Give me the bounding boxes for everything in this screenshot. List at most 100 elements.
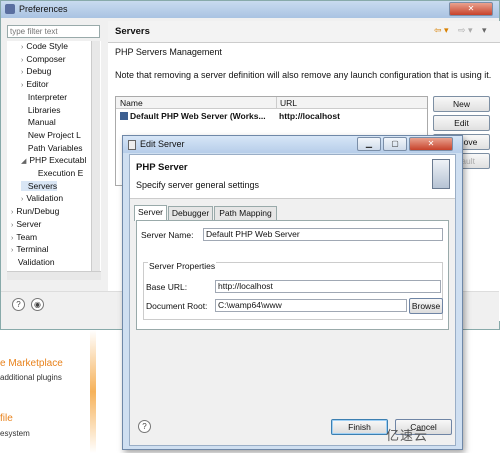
tree-item[interactable]: Interpreter [21,92,67,102]
preferences-tree: › Code Style › Composer › Debug › Editor Interp… [7,41,101,271]
tree-item-label: Editor [26,79,49,90]
base-url-label: Base URL: [146,282,188,292]
tree-item-label: Libraries [27,104,61,115]
tree-vertical-scrollbar[interactable] [91,41,100,271]
row-server-url: http://localhost [279,111,340,121]
tree-item-label: Validation [17,256,55,267]
tree-item-label: Servers [27,180,58,191]
dialog-subheading: Specify server general settings [136,180,260,190]
profile-link[interactable]: file [0,413,13,424]
minimize-icon[interactable]: ▁ [357,137,381,151]
expand-arrow-icon[interactable]: › [11,209,13,216]
import-export-icon[interactable]: ◉ [31,298,44,311]
tree-item-label: Manual [27,117,56,128]
dialog-body: PHP Server Specify server general settin… [129,154,456,446]
tree-item-label: Team [16,231,38,242]
column-header-url[interactable]: URL [276,97,297,109]
server-tab-panel: Server Name: Default PHP Web Server Serv… [136,220,449,330]
tree-item[interactable]: › Editor [21,79,49,89]
tree-item-label: Server [16,218,42,229]
tree-item[interactable]: Manual [21,117,56,127]
dialog-heading: PHP Server [136,162,188,173]
tree-item-label: Code Style [26,41,68,51]
edit-button[interactable]: Edit [433,115,490,131]
tree-item[interactable]: › Validation [21,193,63,203]
document-root-label: Document Root: [146,301,208,311]
browse-button[interactable]: Browse [409,298,443,314]
marketplace-subtitle: additional plugins [0,373,62,382]
profile-subtitle: esystem [0,429,30,438]
preferences-titlebar[interactable] [1,1,499,18]
tree-item-label: New Project L [27,129,81,140]
page-title: Servers [115,26,150,37]
back-arrow-icon[interactable]: ⇦ ▾ [434,25,449,36]
tree-item[interactable]: Libraries [21,105,61,115]
document-root-input[interactable]: C:\wamp64\www [215,299,407,312]
base-url-input[interactable]: http://localhost [215,280,441,293]
tab-path-mapping[interactable]: Path Mapping [214,206,277,220]
marketplace-link[interactable]: e Marketplace [0,358,63,369]
finish-button[interactable]: Finish [331,419,388,435]
maximize-icon[interactable]: ▢ [383,137,407,151]
tree-item-label: Composer [26,53,66,64]
dialog-close-icon[interactable]: ✕ [409,137,453,151]
dialog-help-icon[interactable]: ? [138,420,151,433]
tab-server[interactable]: Server [134,205,167,221]
edit-server-dialog: Edit Server ▁ ▢ ✕ PHP Server Specify ser… [122,135,463,450]
tree-item-label: Terminal [16,244,49,255]
expand-arrow-icon[interactable]: ◢ [21,158,26,165]
page-header: Servers ⇦ ▾ ⇨ ▾ ▾ [108,21,500,43]
expand-arrow-icon[interactable]: › [11,235,13,242]
tree-item[interactable]: › Server [11,219,41,229]
tree-item[interactable]: › Composer [21,54,66,64]
tree-item[interactable]: Servers [21,180,58,191]
tree-item-label: Path Variables [27,142,83,153]
tree-item[interactable]: › Team [11,232,37,242]
expand-arrow-icon[interactable]: › [11,222,13,229]
help-icon[interactable]: ? [12,298,25,311]
tree-item-label: Interpreter [27,91,68,102]
tree-item-label: Validation [26,193,64,204]
close-icon[interactable]: ✕ [449,2,493,16]
tree-item[interactable]: › Run/Debug [11,206,59,216]
expand-arrow-icon[interactable]: › [21,44,23,51]
eclipse-logo-icon [5,4,15,14]
column-header-name[interactable]: Name [120,97,143,109]
expand-arrow-icon[interactable]: › [21,69,23,76]
tree-item[interactable]: › Terminal [11,244,48,254]
tree-item[interactable]: Path Variables [21,143,83,153]
new-button[interactable]: New [433,96,490,112]
table-row[interactable]: Default PHP Web Server (Works... http://… [116,110,427,122]
tree-horizontal-scrollbar[interactable] [7,271,101,280]
tree-item[interactable]: › Debug [21,66,51,76]
watermark-text: 亿速云 [386,428,429,443]
tree-item-label: Execution E [37,168,84,178]
tree-item[interactable]: Validation [11,257,55,267]
expand-arrow-icon[interactable]: › [21,82,23,89]
tree-item[interactable]: › Code Style [21,41,68,51]
expand-arrow-icon[interactable]: › [21,196,23,203]
forward-arrow-icon[interactable]: ⇨ ▾ [458,25,473,36]
filter-input[interactable] [7,25,100,38]
expand-arrow-icon[interactable]: › [21,57,23,64]
tree-item[interactable]: New Project L [21,130,81,140]
dialog-icon [128,140,136,150]
server-name-input[interactable]: Default PHP Web Server [203,228,443,241]
tree-item[interactable]: Execution E [31,168,83,178]
watermark-logo: 亿速云 [386,425,428,444]
tree-item-label: Run/Debug [16,206,60,217]
dialog-header: PHP Server Specify server general settin… [130,155,455,199]
tab-debugger[interactable]: Debugger [168,206,213,220]
view-menu-icon[interactable]: ▾ [482,25,487,36]
removal-note: Note that removing a server definition w… [115,70,492,80]
tree-item[interactable]: ◢ PHP Executabl [21,155,86,165]
server-name-label: Server Name: [141,230,194,240]
expand-arrow-icon[interactable]: › [11,247,13,254]
group-title: Server Properties [148,261,217,271]
row-server-name: Default PHP Web Server (Works... [130,111,266,121]
